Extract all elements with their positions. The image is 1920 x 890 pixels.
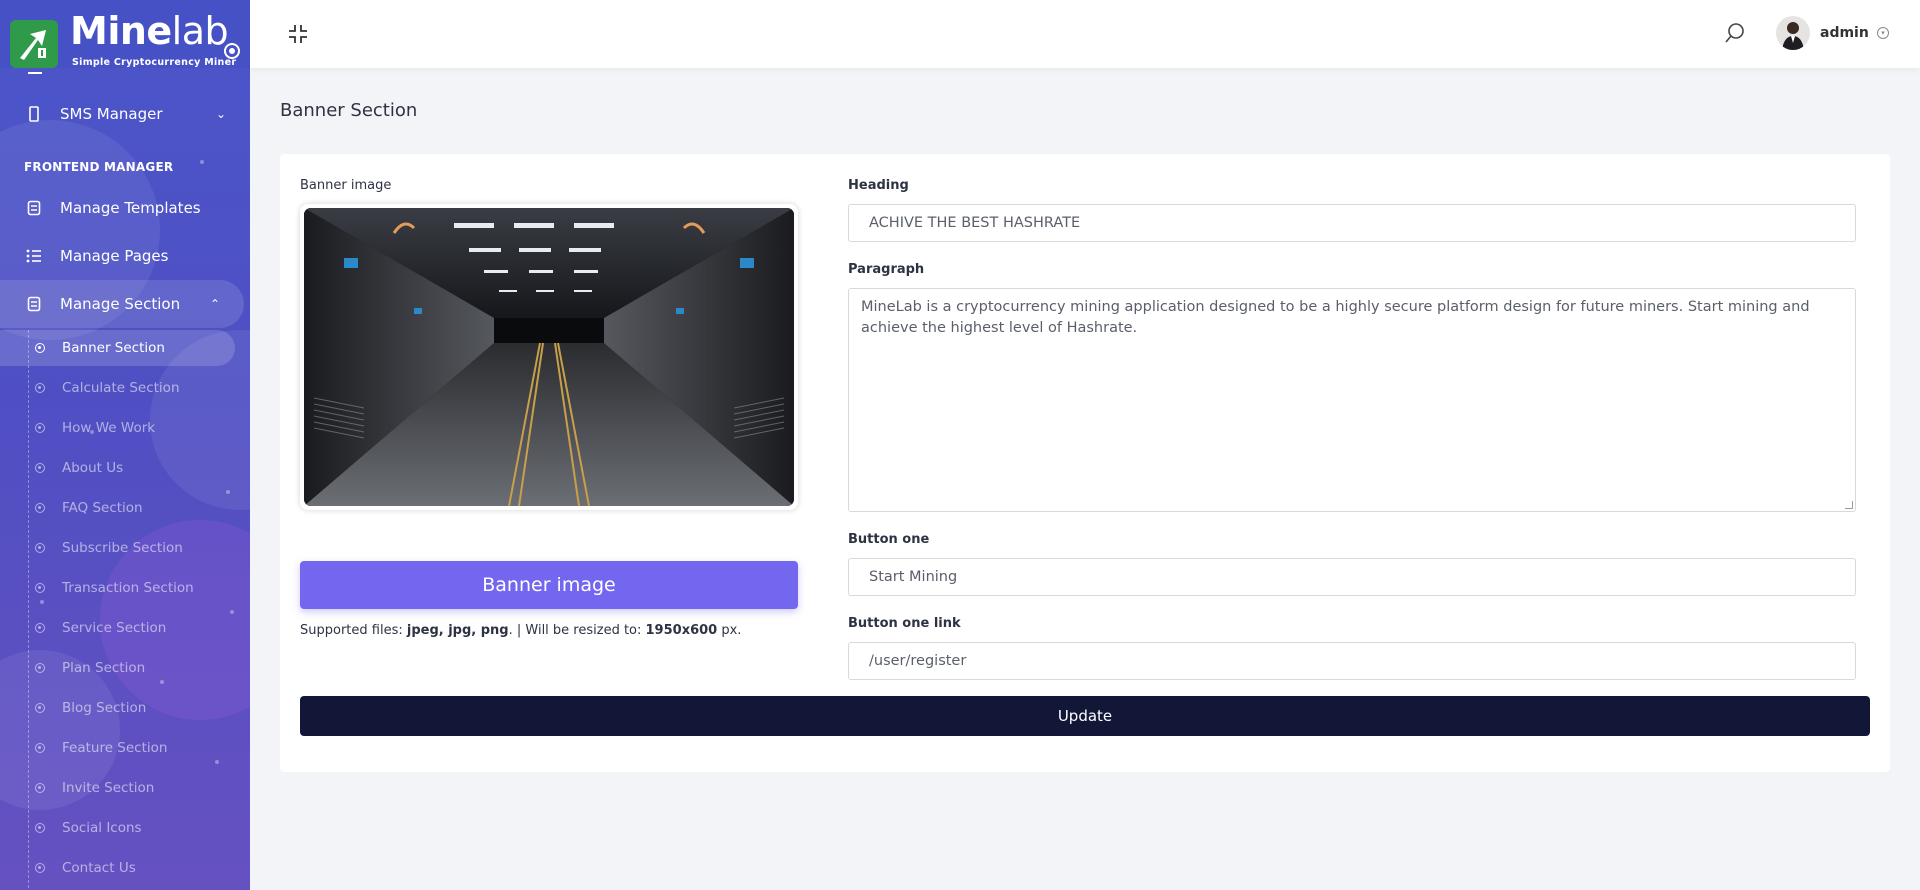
button-one-label: Button one [848, 532, 930, 547]
mobile-icon [26, 106, 42, 122]
brand-tagline: Simple Cryptocurrency Miner [72, 57, 237, 68]
template-icon [26, 200, 42, 216]
sidebar-subitem-blog-section[interactable]: Blog Section [0, 688, 250, 728]
chevron-down-icon: ⌄ [215, 107, 226, 121]
sidebar-subitem-label: Social Icons [62, 820, 142, 836]
circle-dot-icon [35, 583, 45, 593]
collapse-icon[interactable] [286, 22, 310, 46]
sidebar-subitem-plan-section[interactable]: Plan Section [0, 648, 250, 688]
sidebar-subitem-label: How We Work [62, 420, 156, 436]
sidebar-subitem-faq-section[interactable]: FAQ Section [0, 488, 250, 528]
circle-dot-icon [35, 463, 45, 473]
sidebar-subitem-service-section[interactable]: Service Section [0, 608, 250, 648]
brand-name: Minelab [70, 9, 229, 53]
sidebar-subitem-label: Plan Section [62, 660, 146, 676]
circle-dot-icon [35, 623, 45, 633]
sidebar-nav: SMS Manager ⌄ FRONTEND MANAGER Manage Te… [0, 68, 250, 888]
heading-input[interactable]: ACHIVE THE BEST HASHRATE [848, 204, 1856, 242]
button-one-link-input[interactable]: /user/register [848, 642, 1856, 680]
user-name[interactable]: admin [1820, 25, 1869, 41]
sidebar-subitem-banner-section[interactable]: Banner Section [0, 330, 235, 366]
sidebar-subitem-transaction-section[interactable]: Transaction Section [0, 568, 250, 608]
sidebar-subitem-label: Blog Section [62, 700, 147, 716]
sidebar-item-partial[interactable] [0, 68, 250, 90]
circle-dot-icon [35, 343, 45, 353]
sidebar-item-manage-pages[interactable]: Manage Pages [0, 232, 250, 280]
sidebar-submenu: Banner Section Calculate Section How We Wo… [0, 330, 250, 888]
minelab-logo-icon [10, 20, 58, 68]
list-icon [26, 248, 42, 264]
upload-banner-button[interactable]: Banner image [300, 561, 798, 609]
circle-dot-icon [35, 663, 45, 673]
banner-section-form: Banner image Banner image Supported file… [280, 154, 1890, 772]
circle-dot-icon [35, 543, 45, 553]
paragraph-textarea[interactable]: MineLab is a cryptocurrency mining appli… [848, 288, 1856, 512]
circle-dot-icon [35, 383, 45, 393]
sidebar-item-label: Manage Section [60, 295, 181, 313]
circle-dot-icon [35, 863, 45, 873]
sidebar-item-label: Manage Templates [60, 199, 201, 217]
button-one-link-label: Button one link [848, 616, 961, 631]
sidebar-subitem-label: Banner Section [62, 340, 165, 356]
circle-dot-icon [35, 743, 45, 753]
circle-dot-icon [35, 503, 45, 513]
sidebar-toggle-icon[interactable] [224, 43, 240, 59]
sidebar-subitem-social-icons[interactable]: Social Icons [0, 808, 250, 848]
chevron-up-icon: ⌃ [209, 297, 220, 311]
sidebar-item-manage-templates[interactable]: Manage Templates [0, 184, 250, 232]
sidebar-subitem-label: Subscribe Section [62, 540, 183, 556]
sidebar-subitem-about-us[interactable]: About Us [0, 448, 250, 488]
sidebar-item-label: Manage Pages [60, 247, 169, 265]
sidebar-subitem-label: Contact Us [62, 860, 136, 876]
sidebar-subitem-label: About Us [62, 460, 124, 476]
brand-logo[interactable]: Minelab Simple Cryptocurrency Miner [0, 0, 250, 68]
sidebar-item-manage-section[interactable]: Manage Section ⌃ [0, 280, 244, 328]
sidebar-subitem-feature-section[interactable]: Feature Section [0, 728, 250, 768]
sidebar-section-title: FRONTEND MANAGER [24, 160, 174, 174]
circle-dot-icon [35, 783, 45, 793]
chevron-down-icon[interactable]: ▾ [1877, 27, 1889, 39]
sidebar-subitem-subscribe-section[interactable]: Subscribe Section [0, 528, 250, 568]
update-button[interactable]: Update [300, 696, 1870, 736]
resize-handle-icon[interactable] [1845, 501, 1853, 509]
server-room-image [304, 208, 794, 506]
sidebar-subitem-contact-us[interactable]: Contact Us [0, 848, 250, 888]
sidebar-subitem-label: Invite Section [62, 780, 155, 796]
sidebar-item-sms-manager[interactable]: SMS Manager ⌄ [0, 90, 250, 138]
sidebar: Minelab Simple Cryptocurrency Miner SMS … [0, 0, 250, 890]
sidebar-subitem-label: Transaction Section [62, 580, 194, 596]
sidebar-subitem-label: Service Section [62, 620, 167, 636]
file-hint: Supported files: jpeg, jpg, png. | Will … [300, 623, 742, 638]
avatar[interactable] [1776, 16, 1810, 50]
section-icon [26, 296, 42, 312]
top-bar: admin ▾ [250, 0, 1920, 68]
circle-dot-icon [35, 423, 45, 433]
circle-dot-icon [35, 703, 45, 713]
page-title: Banner Section [280, 100, 418, 121]
banner-image-preview [300, 204, 798, 510]
sidebar-subitem-how-we-work[interactable]: How We Work [0, 408, 250, 448]
circle-dot-icon [35, 823, 45, 833]
sidebar-subitem-label: Feature Section [62, 740, 168, 756]
sidebar-subitem-label: FAQ Section [62, 500, 143, 516]
button-one-input[interactable]: Start Mining [848, 558, 1856, 596]
sidebar-subitem-calculate-section[interactable]: Calculate Section [0, 368, 250, 408]
sidebar-item-label: SMS Manager [60, 105, 163, 123]
heading-label: Heading [848, 178, 909, 193]
paragraph-label: Paragraph [848, 262, 925, 277]
search-icon[interactable] [1724, 22, 1746, 44]
banner-image-label: Banner image [300, 178, 392, 193]
sidebar-subitem-invite-section[interactable]: Invite Section [0, 768, 250, 808]
sidebar-subitem-label: Calculate Section [62, 380, 180, 396]
paragraph-text: MineLab is a cryptocurrency mining appli… [861, 299, 1810, 336]
